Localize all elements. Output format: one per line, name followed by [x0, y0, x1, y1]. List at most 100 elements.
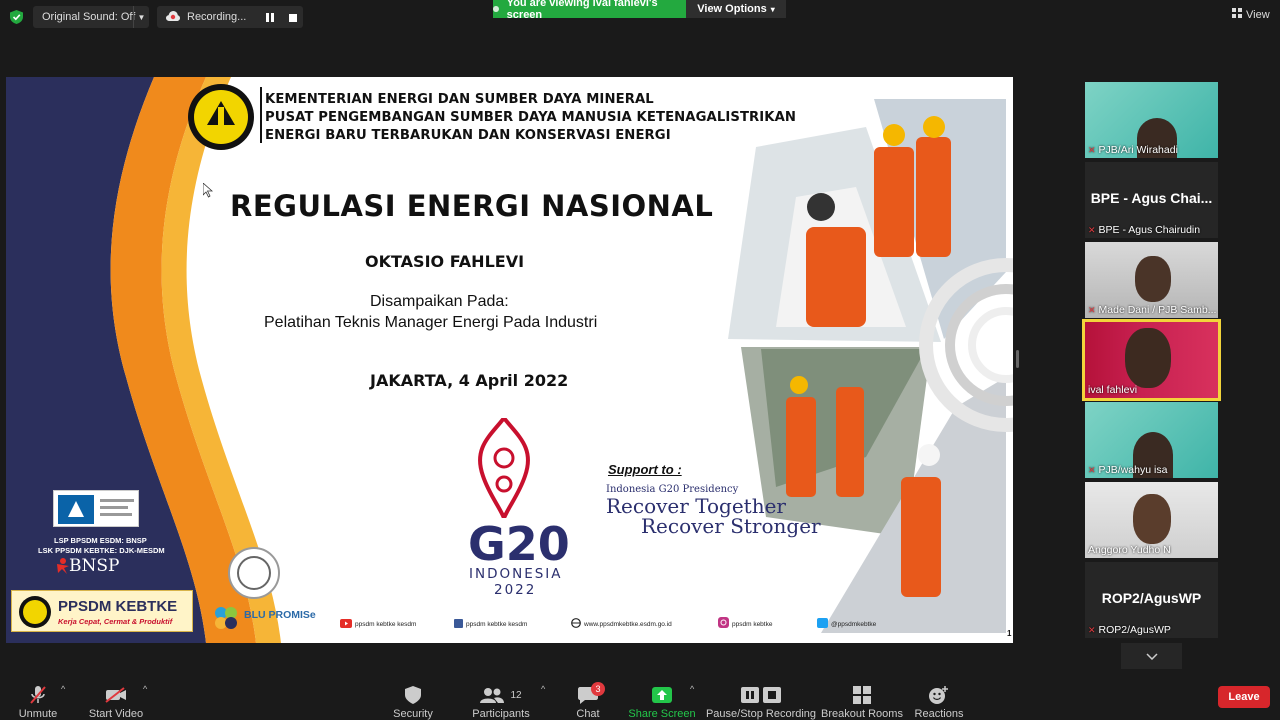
view-options-button[interactable]: View Options ▾ — [686, 0, 786, 18]
g20-batik-logo — [473, 414, 535, 524]
participant-tile[interactable]: Anggoro Yudho N — [1085, 482, 1218, 558]
social-item: @ppsdmkebtke — [817, 615, 876, 633]
chevron-down-icon — [1145, 647, 1158, 665]
share-screen-icon — [652, 684, 672, 706]
grid-icon — [1232, 8, 1242, 21]
twitter-icon — [817, 615, 828, 633]
chat-icon: 3 — [578, 682, 605, 706]
start-video-label: Start Video — [88, 708, 144, 720]
original-sound-label: Original Sound: Off — [42, 11, 136, 23]
chevron-down-icon[interactable]: ▼ — [133, 6, 149, 28]
participant-tile[interactable]: ROP2/AgusWP ✕ ROP2/AgusWP — [1085, 562, 1218, 638]
stop-icon[interactable] — [289, 13, 297, 25]
participant-tile[interactable]: ✕ PJB/Ari Wirahadi — [1085, 82, 1218, 158]
unmute-label: Unmute — [18, 708, 58, 720]
instagram-icon — [718, 615, 729, 633]
reactions-button[interactable]: Reactions — [914, 678, 964, 720]
mic-muted-icon: ✕ — [1088, 144, 1096, 155]
breakout-rooms-label: Breakout Rooms — [821, 708, 903, 720]
mouse-cursor-icon — [202, 182, 214, 203]
mic-muted-icon: ✕ — [1088, 304, 1096, 315]
unmute-button[interactable]: Unmute — [14, 678, 62, 720]
lsp-line: LSP BPSDM ESDM: BNSP — [54, 536, 147, 545]
smiley-plus-icon — [929, 684, 949, 706]
start-video-button[interactable]: Start Video — [88, 678, 144, 720]
pause-stop-label: Pause/Stop Recording — [705, 708, 817, 720]
presenter-name: OKTASIO FAHLEVI — [365, 252, 525, 271]
participant-name: ival fahlevi — [1088, 384, 1138, 396]
shield-check-icon[interactable] — [10, 10, 23, 29]
participant-tile[interactable]: BPE - Agus Chai... ✕ BPE - Agus Chairudin — [1085, 162, 1218, 238]
share-screen-label: Share Screen — [628, 708, 696, 720]
view-label: View — [1246, 8, 1270, 21]
security-button[interactable]: Security — [389, 678, 437, 720]
youtube-icon — [340, 615, 352, 633]
breakout-rooms-icon — [853, 684, 871, 706]
chat-button[interactable]: 3 Chat — [570, 678, 606, 720]
participant-tile[interactable]: ✕ Made Dani / PJB Samb... — [1085, 242, 1218, 318]
facebook-icon — [454, 615, 463, 633]
participants-count: 12 — [510, 689, 522, 701]
viewing-banner-text: You are viewing ival fahlevi's screen — [506, 0, 658, 21]
ministry-line: PUSAT PENGEMBANGAN SUMBER DAYA MANUSIA K… — [265, 110, 797, 125]
lsk-line: LSK PPSDM KEBTKE: DJK-MESDM — [38, 546, 165, 555]
participant-tile-active[interactable]: ival fahlevi — [1082, 319, 1221, 401]
social-label: ppsdm kebtke — [732, 620, 773, 628]
chevron-up-icon[interactable]: ^ — [541, 684, 545, 694]
support-label: Support to : — [608, 462, 682, 477]
social-label: @ppsdmkebtke — [831, 620, 877, 628]
ppsdm-title: PPSDM KEBTKE — [58, 598, 178, 615]
participant-video — [1133, 494, 1171, 544]
view-layout-button[interactable]: View — [1232, 8, 1270, 21]
recording-indicator: Recording... — [157, 6, 303, 28]
chevron-up-icon[interactable]: ^ — [61, 684, 65, 694]
participant-name: ✕ Made Dani / PJB Samb... — [1088, 304, 1217, 316]
g20-text: G20 — [468, 517, 570, 571]
breakout-rooms-button[interactable]: Breakout Rooms — [821, 678, 903, 720]
social-item: ppsdm kebtke kesdm — [454, 615, 527, 633]
panel-resize-handle[interactable] — [1016, 350, 1019, 368]
recover-stronger: Recover Stronger — [641, 514, 821, 538]
mic-muted-icon: ✕ — [1088, 464, 1096, 475]
chevron-up-icon[interactable]: ^ — [143, 684, 147, 694]
round-seal-logo — [228, 547, 280, 599]
chevron-down-icon: ▾ — [770, 4, 775, 14]
mic-muted-icon: ✕ — [1088, 624, 1096, 635]
chat-badge: 3 — [591, 682, 605, 696]
original-sound-button[interactable]: Original Sound: Off ▼ — [33, 6, 149, 28]
ministry-line: ENERGI BARU TERBARUKAN DAN KONSERVASI EN… — [265, 128, 671, 143]
slide-title: REGULASI ENERGI NASIONAL — [230, 189, 714, 223]
reactions-label: Reactions — [914, 708, 964, 720]
social-item: ppsdm kebtke kesdm — [340, 615, 416, 633]
pause-stop-recording-button[interactable]: Pause/Stop Recording — [705, 678, 817, 720]
participant-big-name: ROP2/AgusWP — [1101, 590, 1202, 606]
page-number: 1 — [1007, 629, 1012, 638]
pause-icon[interactable] — [266, 13, 275, 25]
social-label: ppsdm kebtke kesdm — [466, 620, 528, 628]
security-label: Security — [393, 708, 433, 720]
social-label: www.ppsdmkebtke.esdm.go.id — [584, 620, 672, 628]
participants-label: Participants — [472, 708, 530, 720]
participants-icon: 12 — [480, 684, 522, 706]
participant-name: Anggoro Yudho N — [1088, 544, 1171, 556]
share-screen-button[interactable]: Share Screen — [628, 678, 696, 720]
chevron-up-icon[interactable]: ^ — [690, 684, 694, 694]
shared-slide: KEMENTERIAN ENERGI DAN SUMBER DAYA MINER… — [6, 77, 1013, 643]
participants-button[interactable]: 12 Participants — [471, 678, 531, 720]
blu-promise-icon — [211, 603, 241, 638]
shield-icon — [405, 684, 421, 706]
social-item: ppsdm kebtke — [718, 615, 772, 633]
view-options-label: View Options — [697, 3, 767, 15]
leave-button[interactable]: Leave — [1218, 686, 1270, 708]
g20-year: 2022 — [494, 582, 537, 598]
recording-label: Recording... — [187, 11, 247, 23]
top-bar: Original Sound: Off ▼ Recording... You a… — [0, 0, 1280, 34]
participant-name: ✕ PJB/wahyu isa — [1088, 464, 1168, 476]
mic-muted-icon: ✕ — [1088, 224, 1096, 235]
participant-name: ✕ PJB/Ari Wirahadi — [1088, 144, 1178, 156]
participant-tile[interactable]: ✕ PJB/wahyu isa — [1085, 402, 1218, 478]
blu-promise-label: BLU PROMISe — [244, 609, 316, 621]
globe-icon — [571, 615, 581, 633]
scroll-down-button[interactable] — [1121, 643, 1182, 669]
g20-country: INDONESIA — [469, 566, 563, 582]
